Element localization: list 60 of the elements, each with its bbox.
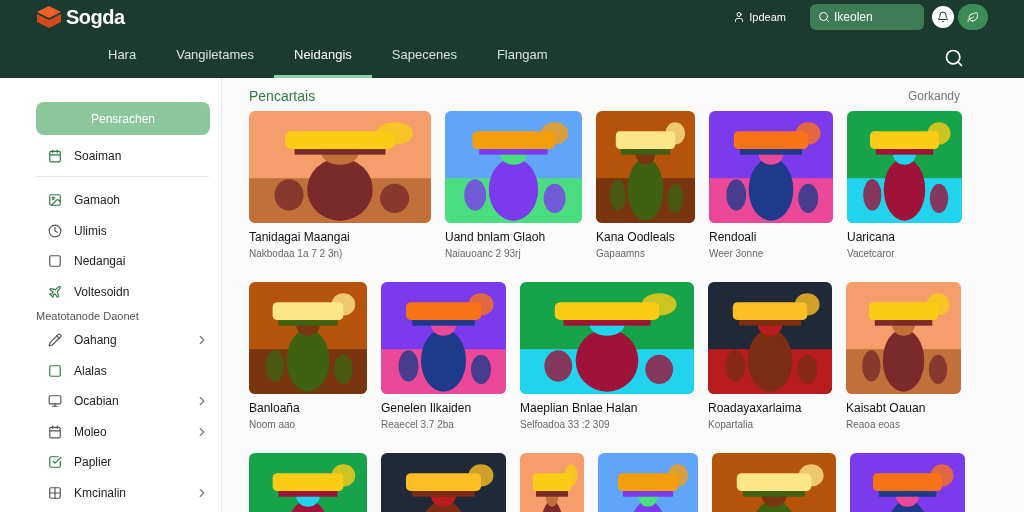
game-subtitle: Reaoa eoas <box>846 418 901 432</box>
game-title[interactable]: Uaricana <box>847 228 962 246</box>
game-title[interactable]: Maeplian Bnlae Halan <box>520 399 694 417</box>
game-subtitle: Weer 3onne <box>709 247 765 261</box>
sidebar-item[interactable]: Gamaoh <box>36 185 209 216</box>
game-subtitle: Naiauoanc 2 93rj <box>445 247 522 261</box>
game-subtitle: Kopartalia <box>708 418 755 432</box>
nav-tab[interactable]: Sapecenes <box>371 34 477 78</box>
search-icon[interactable] <box>944 48 964 68</box>
section-link[interactable]: Gorkandy <box>907 87 960 105</box>
user-name[interactable]: Ipdeam <box>749 8 786 26</box>
sidebar-item[interactable]: Oahang <box>36 325 209 356</box>
logo-text: Sogda <box>66 5 125 30</box>
nav-tab[interactable]: Hara <box>88 34 157 78</box>
game-subtitle: Nakbodaa 1a 7 2 3n) <box>249 247 344 261</box>
sidebar-item[interactable]: Alalas <box>36 355 209 386</box>
item-icon <box>48 424 62 439</box>
logo-icon <box>36 5 62 29</box>
game-title[interactable]: Tanidagai Maangai <box>249 228 431 246</box>
sidebar-item[interactable]: Ulimis <box>36 215 209 246</box>
nav-tab[interactable]: Flangam <box>476 34 568 78</box>
game-subtitle: Gapaamns <box>596 247 646 261</box>
item-icon <box>48 193 62 208</box>
game-subtitle: Noom aao <box>249 418 297 432</box>
game-title[interactable]: Banloaña <box>249 399 367 417</box>
item-icon <box>48 394 62 409</box>
sidebar-item[interactable]: Nedangai <box>36 246 209 277</box>
sidebar-item[interactable]: Moleo <box>36 416 209 447</box>
sidebar-item[interactable]: Paplier <box>36 447 209 478</box>
search-field[interactable]: Ikeolen <box>810 4 924 30</box>
sidebar-item[interactable]: Soaiman <box>74 146 122 165</box>
calendar-icon <box>48 148 62 163</box>
bell-icon <box>937 11 949 23</box>
item-icon <box>48 254 62 269</box>
item-icon <box>48 333 62 348</box>
section-title: Pencartais <box>249 86 316 106</box>
game-title[interactable]: Rendoali <box>709 228 833 246</box>
game-title[interactable]: Uand bnlam Glaoh <box>445 228 582 246</box>
game-subtitle: Reaecel 3.7 2ba <box>381 418 455 432</box>
game-title[interactable]: Kaisabt Oauan <box>846 399 961 417</box>
leaf-icon <box>967 11 979 23</box>
item-icon <box>48 485 62 500</box>
game-subtitle: Vacetcaror <box>847 247 896 261</box>
game-title[interactable]: Genelen Ilkaiden <box>381 399 506 417</box>
sidebar-heading: Meatotanode Daonet <box>36 309 140 324</box>
leaf-button[interactable] <box>958 4 988 30</box>
item-icon <box>48 363 62 378</box>
game-title[interactable]: Roadayaxarlaima <box>708 399 832 417</box>
user-icon <box>733 11 746 23</box>
item-icon <box>48 284 62 299</box>
sidebar-item[interactable]: Voltesoidn <box>36 276 209 307</box>
notification-button[interactable] <box>932 6 954 28</box>
game-subtitle: Selfoadoa 33 :2 309 <box>520 418 611 432</box>
nav-tab[interactable]: Vangiletames <box>156 34 274 78</box>
item-icon <box>48 455 62 470</box>
game-title[interactable]: Kana Oodleals <box>596 228 695 246</box>
item-icon <box>48 223 62 238</box>
sidebar-item[interactable]: Kmcinalin <box>36 477 209 508</box>
search-icon <box>818 11 830 23</box>
sidebar-item[interactable]: Ocabian <box>36 386 209 417</box>
